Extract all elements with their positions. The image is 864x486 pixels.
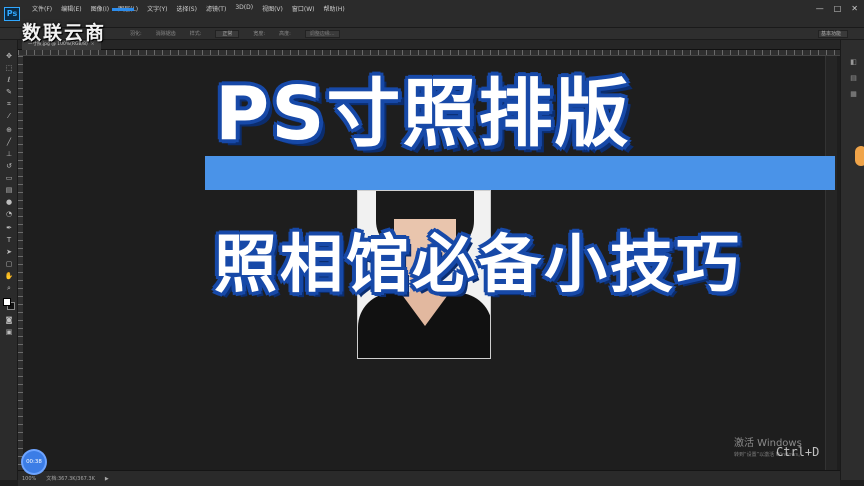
status-arrow-icon[interactable]: ▶: [105, 476, 109, 482]
menu-file[interactable]: 文件(F): [32, 4, 52, 13]
blur-icon[interactable]: ●: [4, 198, 14, 206]
hand-icon[interactable]: ✋: [4, 272, 14, 280]
brush-icon[interactable]: ╱: [4, 138, 14, 146]
stamp-icon[interactable]: ⊥: [4, 150, 14, 158]
menu-type[interactable]: 文字(Y): [147, 4, 167, 13]
dodge-icon[interactable]: ◔: [4, 210, 14, 218]
width-label: 宽度:: [253, 31, 266, 37]
style-label: 样式:: [189, 31, 202, 37]
shortcut-overlay: Ctrl+D: [776, 445, 820, 459]
menu-help[interactable]: 帮助(H): [324, 4, 345, 13]
overlay-subtitle: 照相馆必备小技巧: [214, 228, 742, 301]
document-size: 文档:367.3K/367.3K: [46, 476, 95, 482]
antialias-checkbox[interactable]: 消除锯齿: [156, 30, 176, 37]
style-select[interactable]: 正常: [215, 29, 240, 38]
photoshop-logo-icon: Ps: [4, 6, 20, 21]
overlay-title: PS寸照排版: [215, 71, 631, 157]
history-brush-icon[interactable]: ↺: [4, 162, 14, 170]
panel-layers-icon[interactable]: ◧: [849, 58, 858, 66]
close-button[interactable]: ✕: [851, 4, 858, 13]
maximize-button[interactable]: □: [834, 4, 842, 13]
menu-edit[interactable]: 编辑(E): [61, 4, 81, 13]
minimize-button[interactable]: —: [816, 4, 824, 13]
height-label: 高度:: [279, 31, 291, 37]
menu-bar: Ps 文件(F) 编辑(E) 图像(I) 图层(L) 文字(Y) 选择(S) 滤…: [0, 0, 864, 28]
workspace-select[interactable]: 基本功能: [818, 30, 848, 38]
orange-scroll-handle[interactable]: [855, 146, 864, 166]
path-select-icon[interactable]: ➤: [4, 248, 14, 256]
gradient-icon[interactable]: ▤: [4, 186, 14, 194]
toolbox: ✥ ⬚ ℓ ✎ ⌗ ⁄ ⊕ ╱ ⊥ ↺ ▭ ▤ ● ◔ ✒ T ➤ ▢ ✋ ⌕ …: [0, 40, 18, 480]
crop-icon[interactable]: ⌗: [4, 100, 14, 108]
panel-history-icon[interactable]: ▤: [849, 74, 858, 82]
menu-highlight: [112, 8, 134, 11]
type-icon[interactable]: T: [4, 236, 14, 244]
marquee-icon[interactable]: ⬚: [4, 64, 14, 72]
quick-mask-icon[interactable]: ◙: [4, 316, 14, 324]
channel-watermark: 数联云商: [22, 22, 107, 44]
zoom-icon[interactable]: ⌕: [4, 284, 14, 292]
right-panel-dock: ◧ ▤ ▦: [840, 40, 864, 480]
menu-3d[interactable]: 3D(D): [235, 4, 253, 13]
menu-window[interactable]: 窗口(W): [292, 4, 315, 13]
menu-select[interactable]: 选择(S): [176, 4, 197, 13]
pen-icon[interactable]: ✒: [4, 224, 14, 232]
refine-edge-button[interactable]: 调整边缘...: [304, 29, 340, 38]
menu-image[interactable]: 图像(I): [91, 4, 109, 13]
document-tab-bar: 一寸照.jpg @ 100%(RGB/8) ×: [18, 40, 864, 50]
quick-select-icon[interactable]: ✎: [4, 88, 14, 96]
zoom-level[interactable]: 100%: [22, 476, 36, 482]
timer-badge[interactable]: 00:38: [23, 451, 45, 473]
move-icon[interactable]: ✥: [4, 52, 14, 60]
status-bar: 100% 文档:367.3K/367.3K ▶: [18, 470, 840, 486]
menu-view[interactable]: 视图(V): [262, 4, 283, 13]
options-bar: 羽化: 消除锯齿 样式: 正常 宽度: 高度: 调整边缘...: [0, 28, 864, 40]
lasso-icon[interactable]: ℓ: [4, 76, 14, 84]
menu-items: 文件(F) 编辑(E) 图像(I) 图层(L) 文字(Y) 选择(S) 滤镜(T…: [32, 4, 345, 13]
feather-label: 羽化:: [130, 31, 142, 37]
menu-filter[interactable]: 滤镜(T): [206, 4, 226, 13]
healing-icon[interactable]: ⊕: [4, 126, 14, 134]
title-banner-bar: [205, 156, 835, 190]
shape-icon[interactable]: ▢: [4, 260, 14, 268]
foreground-color-swatch[interactable]: [3, 298, 11, 306]
eyedropper-icon[interactable]: ⁄: [4, 112, 14, 120]
eraser-icon[interactable]: ▭: [4, 174, 14, 182]
panel-properties-icon[interactable]: ▦: [849, 90, 858, 98]
screen-mode-icon[interactable]: ▣: [4, 328, 14, 336]
window-controls: — □ ✕: [816, 4, 858, 13]
vertical-scrollbar[interactable]: [825, 56, 837, 470]
